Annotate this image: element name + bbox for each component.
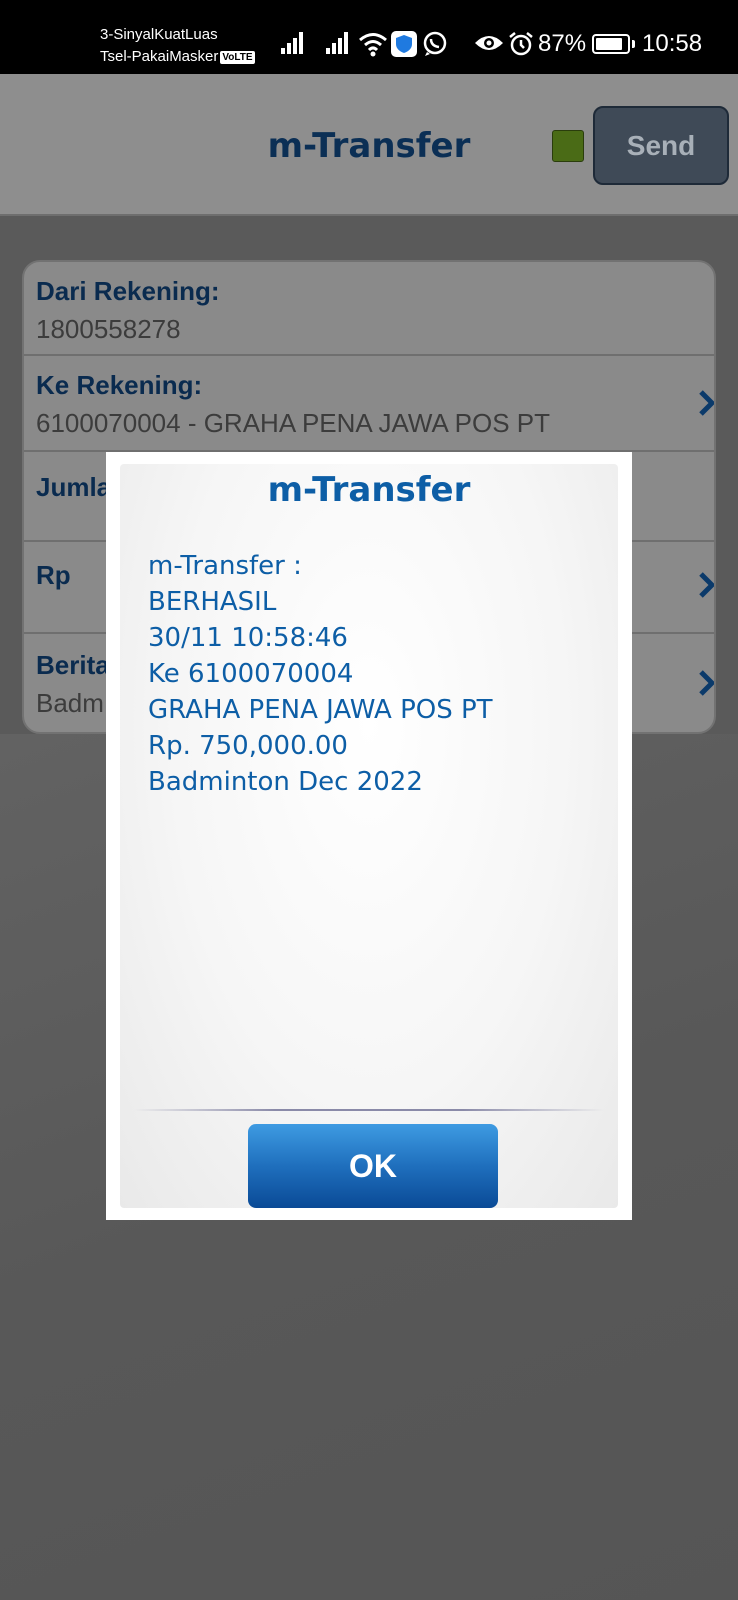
shield-icon: [391, 31, 417, 57]
message-line: BERHASIL: [148, 587, 277, 617]
carrier-line-2: Tsel-PakaiMasker: [100, 48, 219, 65]
message-line: Ke 6100070004: [148, 659, 354, 689]
battery-percent: 87%: [538, 30, 587, 57]
form-label: Jumla: [36, 472, 112, 502]
wifi-icon: [359, 33, 387, 57]
form-value: 6100070004 - GRAHA PENA JAWA POS PT: [36, 408, 550, 438]
result-dialog: m-Transfer m-Transfer : BERHASIL 30/11 1…: [106, 452, 632, 1220]
send-button[interactable]: Send: [593, 106, 729, 185]
message-line: Badminton Dec 2022: [148, 767, 423, 797]
battery-icon: [592, 34, 630, 54]
carrier-line-1: 3-SinyalKuatLuas: [100, 26, 218, 43]
message-line: m-Transfer :: [148, 551, 302, 581]
chevron-right-icon: [699, 390, 714, 416]
form-value: Badm: [36, 688, 104, 718]
signal-icon: [326, 32, 350, 54]
form-label: Rp: [36, 560, 71, 590]
form-label: Ke Rekening:: [36, 370, 203, 400]
form-label: Berita: [36, 650, 110, 680]
form-label: Dari Rekening:: [36, 276, 220, 306]
volte-badge: VoLTE: [220, 50, 255, 64]
dialog-body: m-Transfer m-Transfer : BERHASIL 30/11 1…: [120, 464, 618, 1208]
signal-icon: [281, 32, 305, 54]
dialog-divider: [134, 1109, 604, 1111]
chevron-right-icon: [699, 670, 714, 696]
status-indicator: [552, 130, 584, 162]
form-row-source-account[interactable]: Dari Rekening: 1800558278: [24, 262, 714, 356]
form-value: 1800558278: [36, 314, 181, 344]
form-row-destination-account[interactable]: Ke Rekening: 6100070004 - GRAHA PENA JAW…: [24, 356, 714, 452]
message-line: Rp. 750,000.00: [148, 731, 348, 761]
app-bar: m-Transfer Send: [0, 74, 738, 216]
message-line: GRAHA PENA JAWA POS PT: [148, 695, 493, 725]
dialog-title: m-Transfer: [267, 470, 471, 510]
eye-icon: [475, 36, 503, 50]
chevron-right-icon: [699, 572, 714, 598]
alarm-icon: [509, 32, 533, 56]
clock: 10:58: [642, 30, 703, 57]
ok-button[interactable]: OK: [248, 1124, 498, 1208]
carrier-info: 3-SinyalKuatLuas Tsel-PakaiMasker VoLTE: [100, 24, 255, 68]
whatsapp-icon: [423, 31, 447, 56]
dialog-message: m-Transfer : BERHASIL 30/11 10:58:46 Ke …: [148, 548, 608, 800]
status-bar: 3-SinyalKuatLuas Tsel-PakaiMasker VoLTE 8…: [0, 0, 738, 74]
message-line: 30/11 10:58:46: [148, 623, 348, 653]
